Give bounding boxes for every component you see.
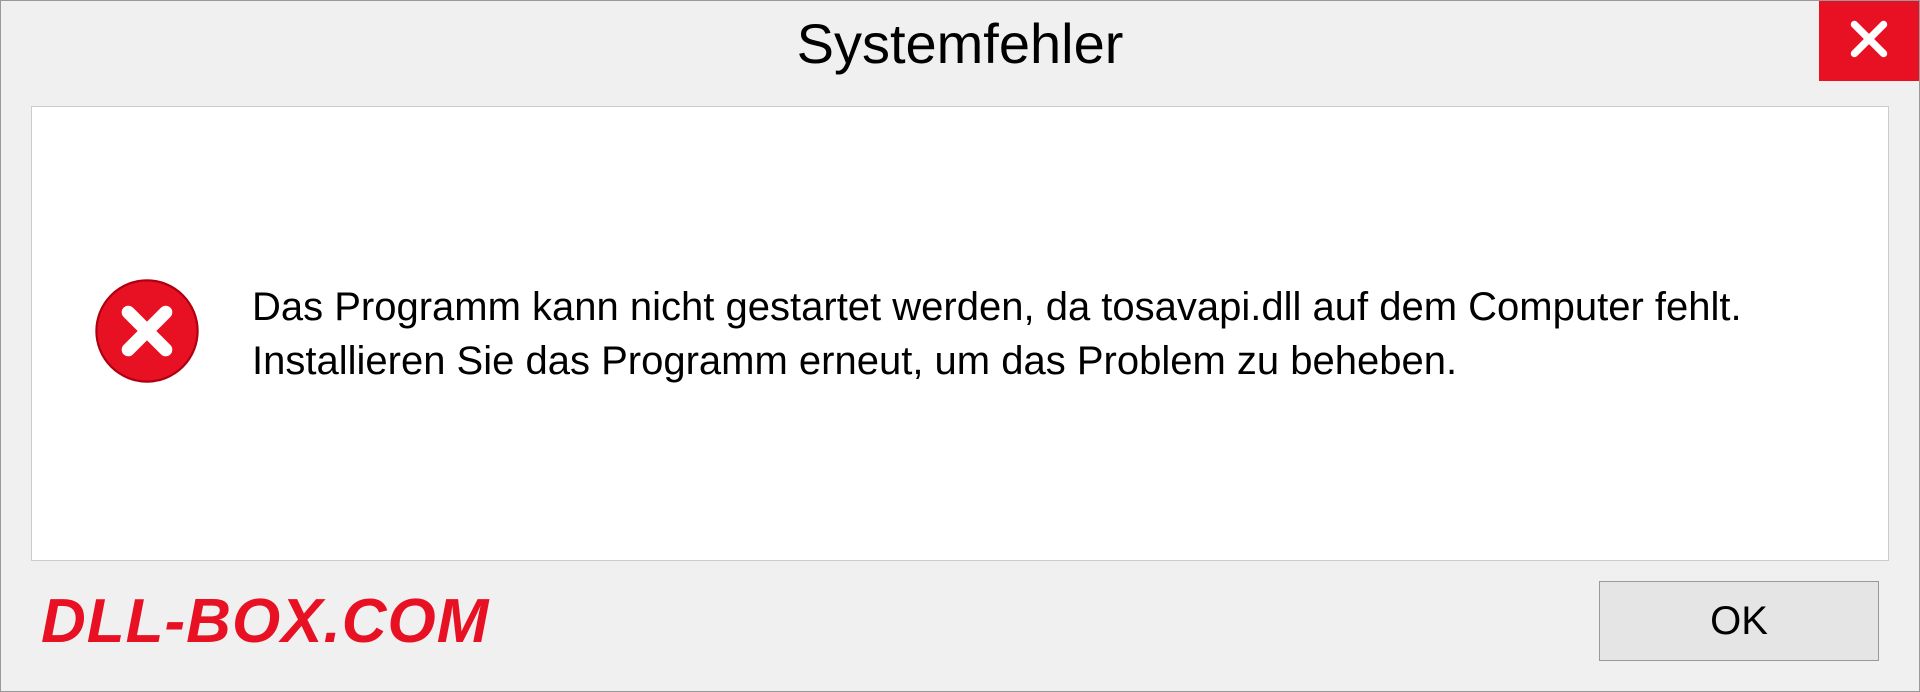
message-panel: Das Programm kann nicht gestartet werden… <box>31 106 1889 561</box>
error-dialog: Systemfehler Das Programm kann nicht ges… <box>0 0 1920 692</box>
close-icon <box>1844 14 1894 69</box>
watermark-text: DLL-BOX.COM <box>41 586 489 657</box>
ok-button[interactable]: OK <box>1599 581 1879 661</box>
error-icon <box>92 276 202 391</box>
error-message: Das Programm kann nicht gestartet werden… <box>252 280 1828 388</box>
titlebar: Systemfehler <box>1 1 1919 96</box>
dialog-title: Systemfehler <box>797 11 1124 76</box>
ok-button-label: OK <box>1710 599 1768 644</box>
dialog-footer: DLL-BOX.COM OK <box>1 581 1919 691</box>
close-button[interactable] <box>1819 1 1919 81</box>
